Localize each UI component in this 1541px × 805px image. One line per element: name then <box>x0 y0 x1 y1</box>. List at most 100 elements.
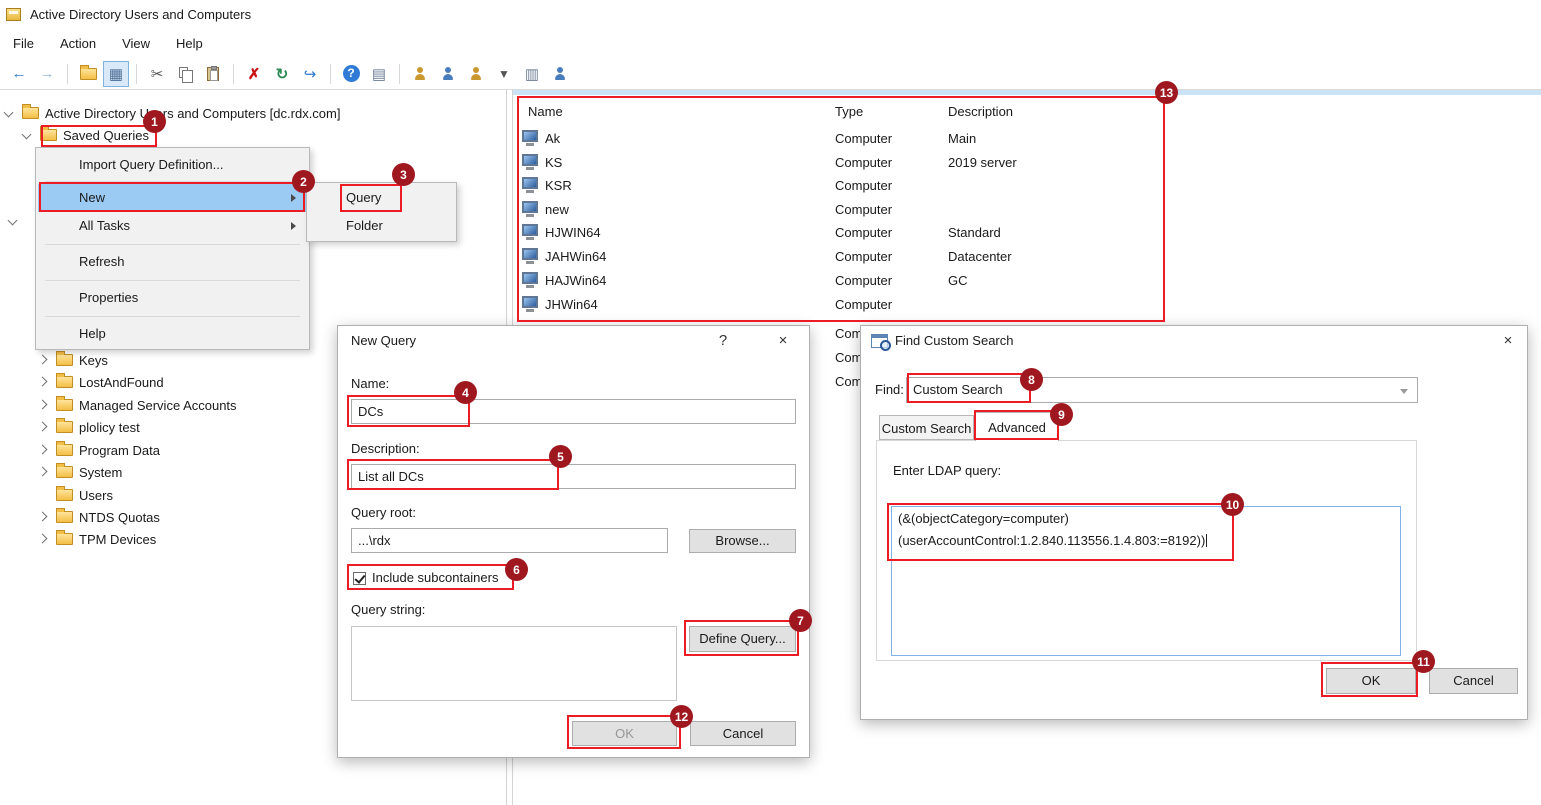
tree-item-label: Users <box>79 488 113 503</box>
menu-bar: File Action View Help <box>0 28 1541 58</box>
app-window: Active Directory Users and Computers Fil… <box>0 0 1541 805</box>
chevron-down-icon[interactable] <box>4 107 16 119</box>
menu-item-help[interactable]: Help <box>38 320 307 348</box>
menu-item-label: Query <box>346 190 381 205</box>
up-one-level-icon[interactable] <box>75 61 101 87</box>
chevron-right-icon[interactable] <box>38 421 50 433</box>
ldap-query-field[interactable]: (&(objectCategory=computer) (userAccount… <box>891 506 1401 656</box>
add-user-icon[interactable] <box>407 61 433 87</box>
tab-advanced[interactable]: Advanced <box>975 412 1059 441</box>
window-icon[interactable]: ▥ <box>519 61 545 87</box>
tree-item-lostandfound[interactable]: LostAndFound <box>38 372 164 392</box>
cut-icon[interactable]: ✂ <box>144 61 170 87</box>
annotation-badge-2: 2 <box>292 170 315 193</box>
tree-item-managed-service-accounts[interactable]: Managed Service Accounts <box>38 395 237 415</box>
find-user-icon[interactable] <box>547 61 573 87</box>
tree-item-program-data[interactable]: Program Data <box>38 440 160 460</box>
browse-button[interactable]: Browse... <box>689 529 796 553</box>
row-description: Standard <box>948 225 1001 240</box>
column-header-type[interactable]: Type <box>835 104 863 119</box>
annotation-badge-12: 12 <box>670 705 693 728</box>
menu-file[interactable]: File <box>0 31 47 56</box>
add-computer-icon[interactable] <box>463 61 489 87</box>
include-subcontainers-checkbox[interactable] <box>353 572 366 585</box>
chevron-right-icon[interactable] <box>38 511 50 523</box>
description-field[interactable]: List all DCs <box>351 464 796 489</box>
table-row[interactable]: HAJWin64 Computer GC <box>511 271 1541 291</box>
menu-item-import-query-definition[interactable]: Import Query Definition... <box>38 151 307 179</box>
menu-item-properties[interactable]: Properties <box>38 284 307 312</box>
refresh-icon[interactable]: ↻ <box>269 61 295 87</box>
list-pane-top-strip <box>513 90 1541 95</box>
ok-button[interactable]: OK <box>1326 668 1416 694</box>
forward-icon[interactable]: → <box>34 61 60 87</box>
computer-icon <box>522 177 538 189</box>
name-field[interactable]: DCs <box>351 399 796 424</box>
chevron-right-icon[interactable] <box>38 533 50 545</box>
chevron-right-icon[interactable] <box>38 444 50 456</box>
show-console-tree-icon[interactable]: ▦ <box>103 61 129 87</box>
close-icon[interactable]: × <box>768 326 798 356</box>
include-subcontainers-label[interactable]: Include subcontainers <box>372 570 498 585</box>
cancel-button[interactable]: Cancel <box>1429 668 1518 694</box>
table-row[interactable]: KS Computer 2019 server <box>511 153 1541 173</box>
tree-item-label: plolicy test <box>79 420 140 435</box>
chevron-right-icon[interactable] <box>38 399 50 411</box>
chevron-down-icon <box>1400 389 1408 394</box>
table-row[interactable]: JHWin64 Computer <box>511 295 1541 315</box>
column-header-name[interactable]: Name <box>528 104 563 119</box>
menu-item-all-tasks[interactable]: All Tasks <box>38 212 307 240</box>
query-root-field[interactable]: ...\rdx <box>351 528 668 553</box>
define-query-button[interactable]: Define Query... <box>689 626 796 652</box>
tree-root[interactable]: Active Directory Users and Computers [dc… <box>4 103 340 123</box>
tree-item-ntds-quotas[interactable]: NTDS Quotas <box>38 507 160 527</box>
new-query-dialog: New Query ? × Name: DCs Description: Lis… <box>337 325 810 758</box>
filter-icon[interactable]: ▼ <box>491 61 517 87</box>
menu-action[interactable]: Action <box>47 31 109 56</box>
back-icon[interactable]: ← <box>6 61 32 87</box>
row-type: Computer <box>835 273 892 288</box>
title-bar: Active Directory Users and Computers <box>0 0 1541 28</box>
table-row[interactable]: new Computer <box>511 200 1541 220</box>
row-type: Computer <box>835 249 892 264</box>
tree-item-users[interactable]: Users <box>38 485 113 505</box>
ok-button[interactable]: OK <box>572 721 677 746</box>
table-row[interactable]: KSR Computer <box>511 176 1541 196</box>
annotation-badge-11: 11 <box>1412 650 1435 673</box>
export-list-icon[interactable]: ↪ <box>297 61 323 87</box>
close-icon[interactable]: × <box>1493 326 1523 356</box>
chevron-down-icon[interactable] <box>8 215 20 227</box>
table-row[interactable]: Ak Computer Main <box>511 129 1541 149</box>
menu-item-query[interactable]: Query <box>309 185 454 211</box>
chevron-down-icon[interactable] <box>22 129 34 141</box>
tree-item-saved-queries[interactable]: Saved Queries <box>22 125 149 145</box>
submenu-arrow-icon <box>291 194 296 202</box>
add-group-icon[interactable] <box>435 61 461 87</box>
column-header-description[interactable]: Description <box>948 104 1013 119</box>
copy-icon[interactable] <box>172 61 198 87</box>
menu-view[interactable]: View <box>109 31 163 56</box>
tree-item-plolicy-test[interactable]: plolicy test <box>38 417 140 437</box>
paste-icon[interactable] <box>200 61 226 87</box>
query-string-field[interactable] <box>351 626 677 701</box>
dialog-help-button[interactable]: ? <box>710 326 736 356</box>
chevron-right-icon[interactable] <box>38 466 50 478</box>
tree-item-system[interactable]: System <box>38 462 122 482</box>
find-dropdown[interactable]: Custom Search <box>906 377 1418 403</box>
delete-icon[interactable]: ✗ <box>241 61 267 87</box>
menu-item-refresh[interactable]: Refresh <box>38 248 307 276</box>
tree-item-keys[interactable]: Keys <box>38 350 108 370</box>
chevron-right-icon[interactable] <box>38 354 50 366</box>
menu-item-new[interactable]: New <box>38 184 307 212</box>
help-icon[interactable]: ? <box>338 61 364 87</box>
tab-custom-search[interactable]: Custom Search <box>879 415 974 440</box>
menu-help[interactable]: Help <box>163 31 216 56</box>
cancel-button[interactable]: Cancel <box>690 721 796 746</box>
table-row[interactable]: JAHWin64 Computer Datacenter <box>511 247 1541 267</box>
ldap-query-line: (&(objectCategory=computer) <box>892 507 1400 529</box>
properties-window-icon[interactable]: ▤ <box>366 61 392 87</box>
table-row[interactable]: HJWIN64 Computer Standard <box>511 223 1541 243</box>
menu-item-folder[interactable]: Folder <box>309 213 454 239</box>
chevron-right-icon[interactable] <box>38 376 50 388</box>
tree-item-tpm-devices[interactable]: TPM Devices <box>38 529 156 549</box>
